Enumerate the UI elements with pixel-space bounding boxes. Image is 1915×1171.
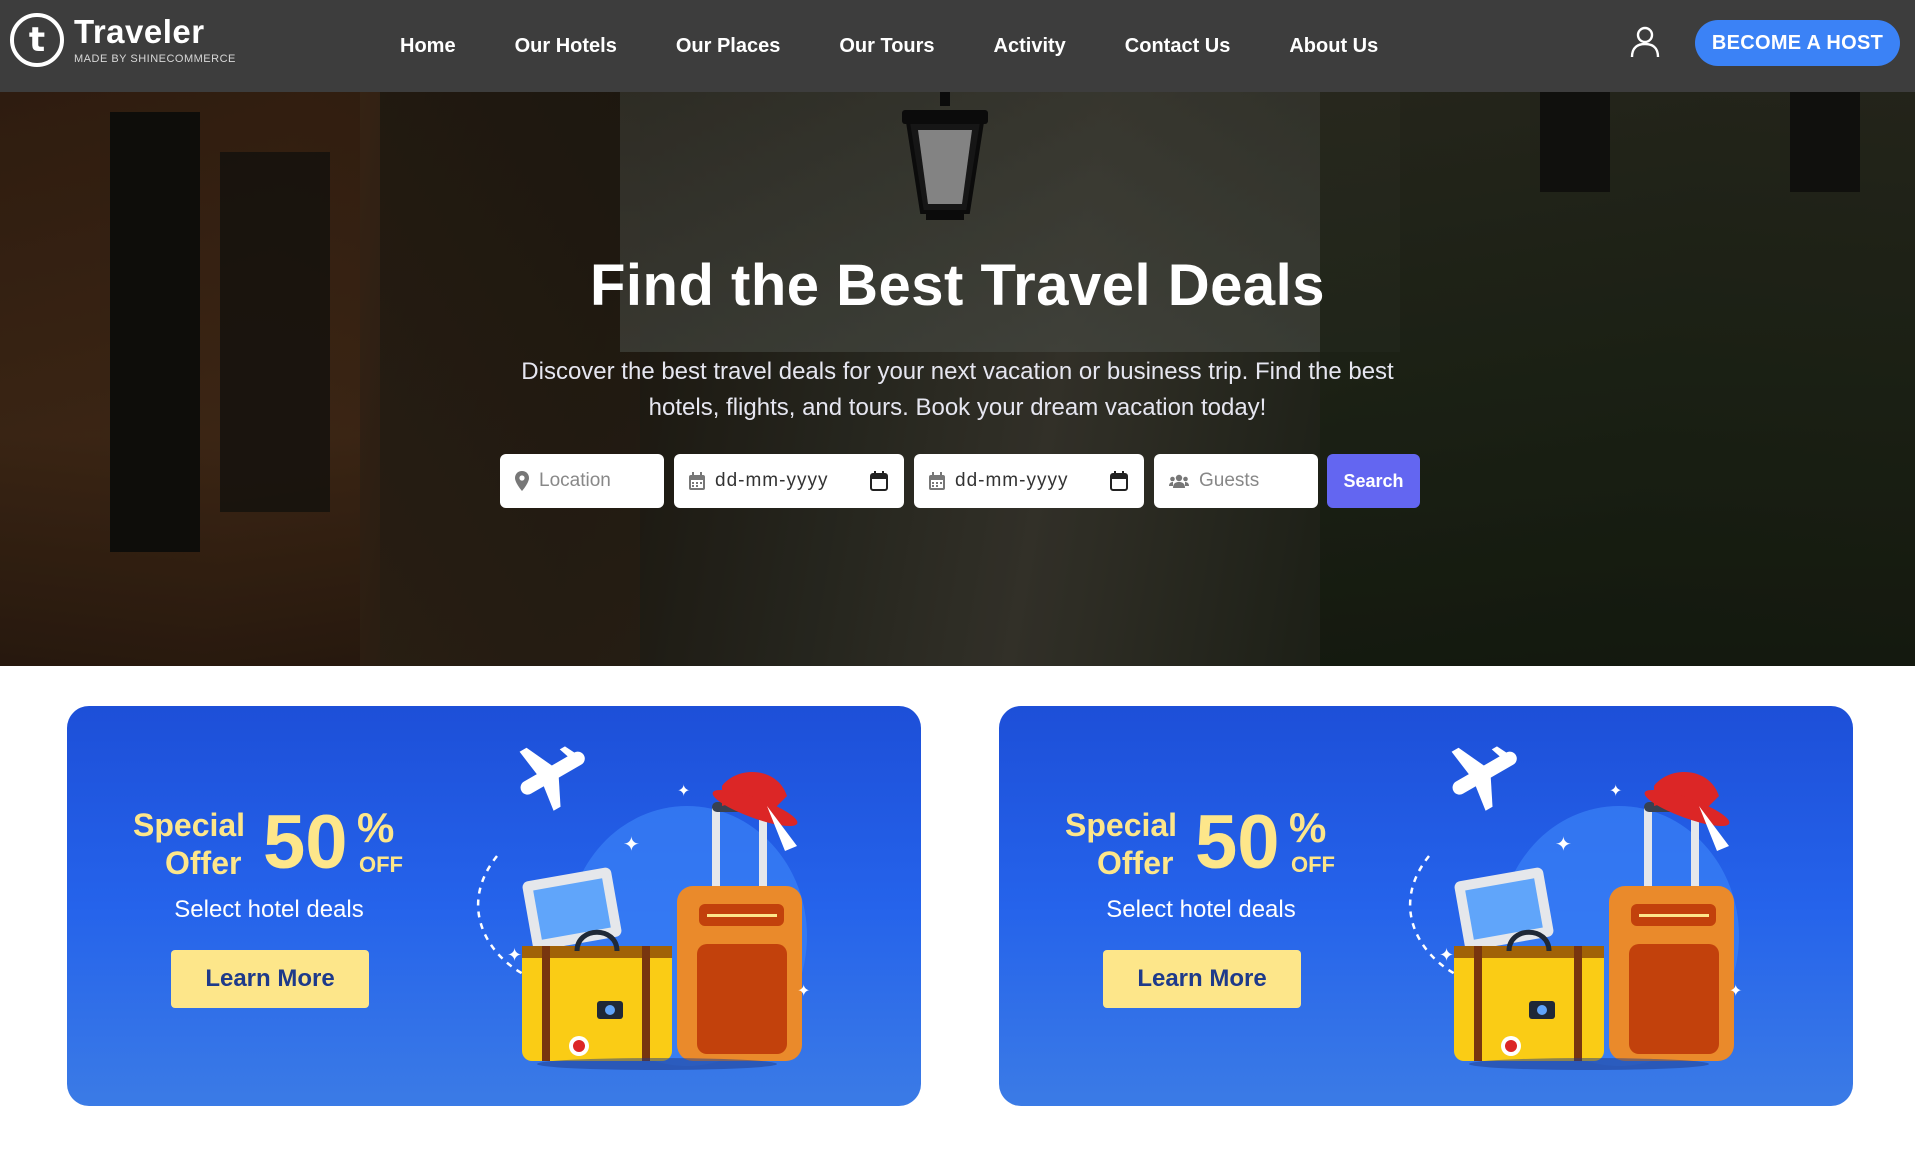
checkout-date-field[interactable]: dd-mm-yyyy: [914, 454, 1144, 508]
navbar: t Traveler MADE BY SHINECOMMERCE Home Ou…: [0, 0, 1915, 92]
luggage-illustration: ✦ ✦ ✦ ✦: [476, 746, 810, 1070]
calendar-picker-icon[interactable]: [1110, 471, 1128, 497]
hero-title: Find the Best Travel Deals: [589, 253, 1326, 318]
logo[interactable]: t Traveler MADE BY SHINECOMMERCE: [10, 13, 236, 67]
calendar-picker-icon[interactable]: [870, 471, 888, 497]
off-label: OFF: [1291, 852, 1335, 877]
nav-link-activity[interactable]: Activity: [994, 35, 1066, 58]
nav-link-about-us[interactable]: About Us: [1289, 35, 1378, 58]
off-label: OFF: [359, 852, 403, 877]
promo-card: Special Offer 50 % OFF Select hotel deal…: [999, 706, 1853, 1106]
logo-name: Traveler: [74, 13, 205, 50]
svg-text:✦: ✦: [1439, 945, 1454, 966]
learn-more-button[interactable]: Learn More: [171, 950, 369, 1008]
percent-sign: %: [1289, 804, 1327, 851]
logo-text: Traveler MADE BY SHINECOMMERCE: [74, 13, 236, 66]
nav-link-contact-us[interactable]: Contact Us: [1125, 35, 1231, 58]
luggage-illustration: ✦ ✦ ✦ ✦: [1408, 746, 1742, 1070]
offer-text: Offer: [1097, 845, 1174, 881]
nav-link-our-hotels[interactable]: Our Hotels: [515, 35, 617, 58]
user-icon[interactable]: [1630, 26, 1660, 58]
special-text: Special: [133, 807, 246, 843]
svg-text:✦: ✦: [1609, 781, 1622, 800]
location-placeholder: Location: [539, 470, 611, 491]
svg-text:✦: ✦: [623, 832, 640, 856]
learn-more-button[interactable]: Learn More: [1103, 950, 1301, 1008]
nav-link-home[interactable]: Home: [400, 35, 456, 58]
nav-link-our-tours[interactable]: Our Tours: [839, 35, 934, 58]
hero-subtitle: Discover the best travel deals for your …: [521, 358, 1394, 421]
search-button[interactable]: Search: [1327, 454, 1420, 508]
svg-text:✦: ✦: [507, 945, 522, 966]
calendar-icon: [689, 472, 705, 490]
discount-percent: 50: [1195, 800, 1280, 885]
main-nav: Home Our Hotels Our Places Our Tours Act…: [400, 0, 1437, 92]
become-host-button[interactable]: BECOME A HOST: [1695, 20, 1900, 66]
discount-percent: 50: [263, 800, 348, 885]
checkout-date-value: dd-mm-yyyy: [955, 470, 1069, 491]
map-pin-icon: [515, 471, 529, 491]
location-field[interactable]: Location: [500, 454, 664, 508]
special-offer-label: Special Offer: [1065, 806, 1185, 882]
percent-sign: %: [357, 804, 395, 851]
special-text: Special: [1065, 807, 1178, 843]
hero-banner: Find the Best Travel Deals Discover the …: [0, 92, 1915, 666]
svg-text:✦: ✦: [797, 981, 810, 1000]
guests-field[interactable]: Guests: [1154, 454, 1318, 508]
svg-text:✦: ✦: [1555, 832, 1572, 856]
checkin-date-field[interactable]: dd-mm-yyyy: [674, 454, 904, 508]
nav-link-our-places[interactable]: Our Places: [676, 35, 781, 58]
promo-caption: Select hotel deals: [1106, 896, 1296, 923]
calendar-icon: [929, 472, 945, 490]
promo-card: Special Offer 50 % OFF Select hotel deal…: [67, 706, 921, 1106]
offer-text: Offer: [165, 845, 242, 881]
users-icon: [1169, 474, 1189, 488]
svg-text:✦: ✦: [1729, 981, 1742, 1000]
svg-text:✦: ✦: [677, 781, 690, 800]
checkin-date-value: dd-mm-yyyy: [715, 470, 829, 491]
logo-tagline: MADE BY SHINECOMMERCE: [74, 53, 236, 65]
guests-placeholder: Guests: [1199, 470, 1260, 491]
special-offer-label: Special Offer: [133, 806, 253, 882]
promo-caption: Select hotel deals: [174, 896, 364, 923]
logo-icon: t: [10, 13, 64, 67]
